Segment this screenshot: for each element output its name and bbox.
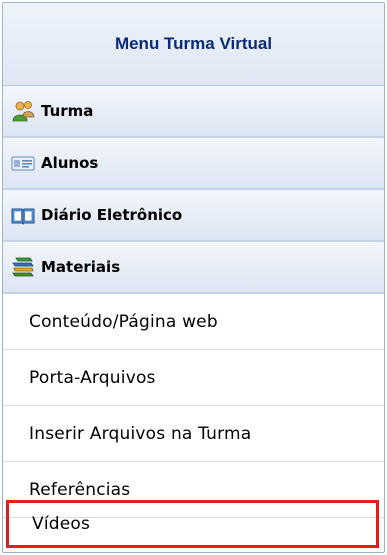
id-card-icon [11,151,35,175]
materials-item-inserir-arquivos[interactable]: Inserir Arquivos na Turma [3,406,384,462]
menu-section-diario-eletronico[interactable]: Diário Eletrônico [3,190,384,242]
materials-item-conteudo-pagina-web[interactable]: Conteúdo/Página web [3,294,384,350]
menu-section-label: Turma [41,102,94,120]
books-stack-icon [11,255,35,279]
menu-section-label: Diário Eletrônico [41,206,183,224]
open-book-icon [11,203,35,227]
menu-section-label: Materiais [41,258,121,276]
menu-section-turma[interactable]: Turma [3,86,384,138]
menu-section-alunos[interactable]: Alunos [3,138,384,190]
menu-section-materiais[interactable]: Materiais [3,242,384,294]
group-users-icon [11,99,35,123]
virtual-class-menu: Menu Turma Virtual Turma Alunos Diário E… [2,2,385,553]
materials-item-videos[interactable]: Vídeos [6,500,379,548]
menu-title: Menu Turma Virtual [3,3,384,86]
materials-item-porta-arquivos[interactable]: Porta-Arquivos [3,350,384,406]
menu-section-label: Alunos [41,154,99,172]
